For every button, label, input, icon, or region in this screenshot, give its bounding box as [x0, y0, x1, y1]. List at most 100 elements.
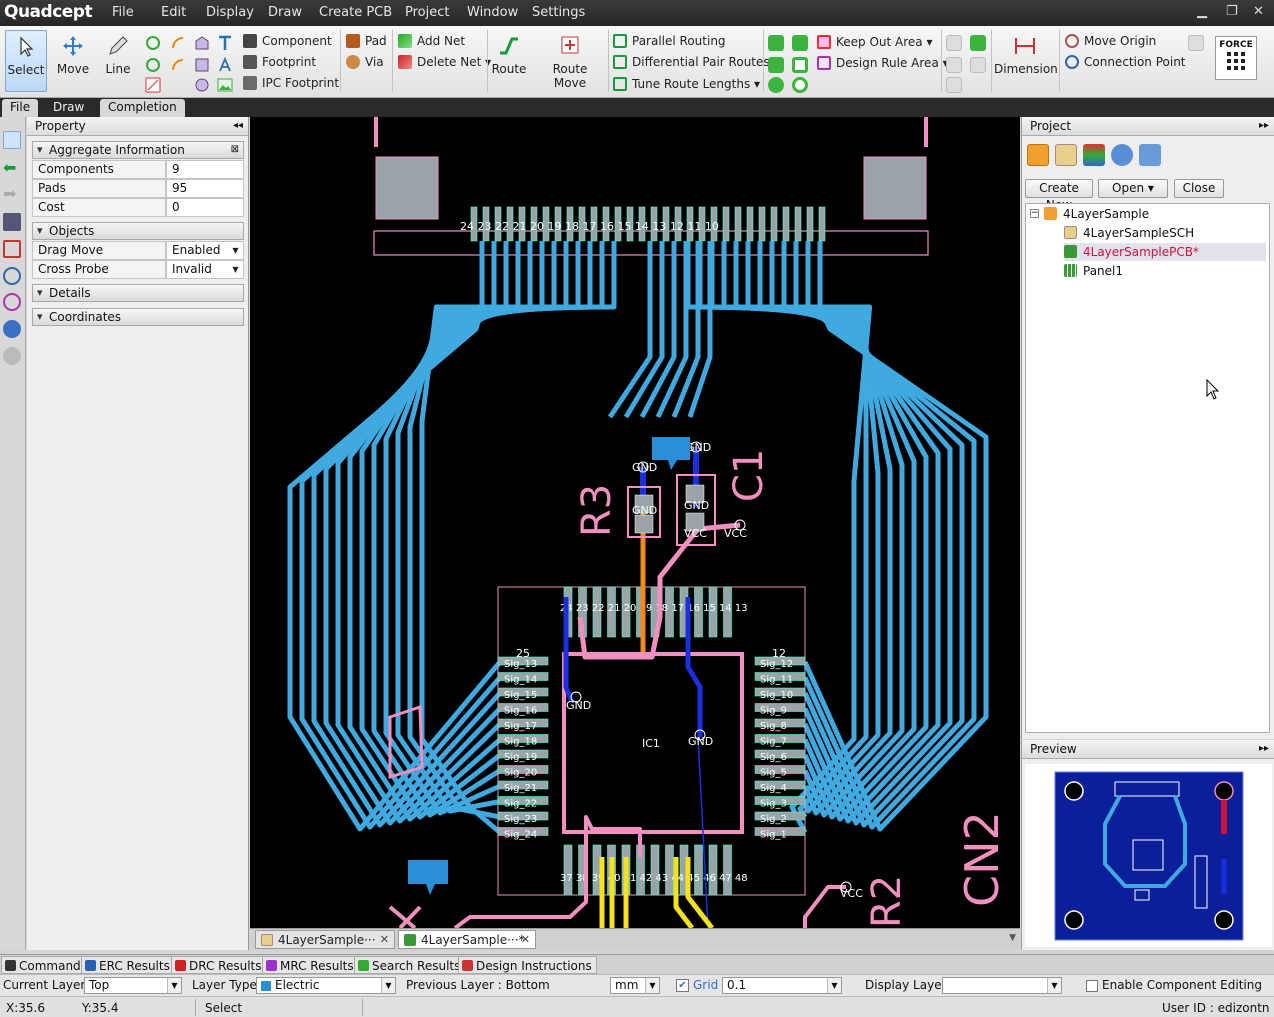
tree-item-sch[interactable]: 4LayerSampleSCH [1064, 224, 1194, 242]
open-button[interactable]: Open ▾ [1098, 179, 1168, 198]
design-rule-area-button[interactable]: Design Rule Area ▾ [817, 53, 949, 73]
image-tool-icon[interactable] [217, 77, 233, 93]
back-arrow-icon[interactable]: ⬅ [3, 159, 21, 177]
tune-route-lengths-button[interactable]: Tune Route Lengths ▾ [613, 74, 760, 94]
tab-completion[interactable]: Completion [100, 99, 185, 117]
save-icon[interactable] [3, 213, 21, 231]
menu-draw[interactable]: Draw [268, 5, 302, 20]
property-value[interactable]: 0 [166, 198, 244, 217]
tab-draw[interactable]: Draw [45, 99, 92, 117]
aggregate-section[interactable]: Aggregate Information ⊠ [32, 141, 244, 159]
collapse-tree-icon[interactable]: − [1030, 209, 1039, 218]
comment-marker-icon[interactable] [408, 860, 448, 895]
rectangle-tool-icon[interactable] [194, 57, 210, 73]
cross-probe-select[interactable]: Invalid ▼ [166, 260, 244, 279]
connection-point-button[interactable]: Connection Point [1065, 52, 1186, 72]
board-preview[interactable] [1025, 764, 1272, 947]
tree-item-panel[interactable]: Panel1 [1064, 262, 1123, 280]
tab-mrc-results[interactable]: MRC Results [262, 956, 359, 974]
tree-item-pcb[interactable]: 4LayerSamplePCB* [1064, 243, 1266, 261]
route-button[interactable]: Route [490, 30, 528, 92]
differential-pair-routes-button[interactable]: Differential Pair Routes [613, 52, 770, 72]
comment-marker-icon[interactable] [652, 437, 690, 470]
via-button[interactable]: Via [346, 52, 384, 72]
pin-icon[interactable]: ⊠ [231, 142, 239, 158]
current-layer-select[interactable]: Top ▼ [84, 977, 182, 994]
polygon-tool-icon[interactable] [194, 35, 210, 51]
property-value[interactable]: 95 [166, 179, 244, 198]
menu-create-pcb[interactable]: Create PCB [319, 5, 392, 20]
menu-display[interactable]: Display [206, 5, 254, 20]
tab-drc-results[interactable]: DRC Results [171, 956, 267, 974]
parallel-routing-button[interactable]: Parallel Routing [613, 31, 726, 51]
doc-tab-sch[interactable]: 4LayerSample··· ✕ [255, 930, 395, 949]
pcb-drawing[interactable]: 24 23 22 21 20 19 18 17 16 15 14 13 12 1… [250, 117, 1020, 928]
enable-component-editing-checkbox[interactable] [1086, 980, 1098, 992]
drag-move-select[interactable]: Enabled ▼ [166, 241, 244, 260]
pad-button[interactable]: Pad [346, 31, 387, 51]
dropdown-arrow-icon[interactable]: ▼ [167, 978, 181, 993]
circle-tool-2-icon[interactable] [145, 57, 161, 73]
property-value[interactable]: 9 [166, 160, 244, 179]
fill-circle-icon[interactable] [768, 77, 784, 93]
menu-project[interactable]: Project [405, 5, 449, 20]
add-net-button[interactable]: Add Net [398, 31, 465, 51]
restore-icon[interactable]: ❐ [1226, 4, 1238, 19]
dropdown-arrow-icon[interactable]: ▼ [645, 978, 659, 993]
move-button[interactable]: Move [53, 30, 93, 92]
close-project-button[interactable]: Close [1174, 179, 1224, 198]
collapse-panel-icon[interactable]: ◂◂ [233, 117, 243, 135]
dropdown-arrow-icon[interactable]: ▼ [229, 262, 242, 277]
delete-net-button[interactable]: Delete Net ▾ [398, 52, 491, 72]
settings-gear-icon[interactable] [3, 320, 21, 338]
attribute-text-icon[interactable] [217, 57, 233, 73]
pointer-tool-icon[interactable] [3, 131, 21, 149]
zoom-in-icon[interactable] [3, 267, 21, 285]
pcb-canvas[interactable]: 24 23 22 21 20 19 18 17 16 15 14 13 12 1… [250, 117, 1020, 928]
grid-checkbox[interactable]: ✔ [676, 979, 689, 992]
select-button[interactable]: Select [5, 30, 47, 92]
zoom-fit-icon[interactable] [3, 240, 21, 258]
create-new-button[interactable]: Create New [1025, 179, 1093, 212]
component-button[interactable]: Component [243, 31, 332, 51]
tab-erc-results[interactable]: ERC Results [81, 956, 175, 974]
settings-gear-2-icon[interactable] [3, 347, 21, 365]
fill-shape-2-icon[interactable] [792, 35, 808, 51]
coordinates-section[interactable]: Coordinates [32, 308, 244, 326]
route-move-button[interactable]: Route Move [535, 30, 605, 92]
network-view-icon[interactable] [1139, 144, 1161, 166]
tab-overflow-icon[interactable]: ▼ [1009, 933, 1016, 943]
grid-value-select[interactable]: 0.1 ▼ [722, 977, 842, 994]
move-origin-button[interactable]: Move Origin [1065, 31, 1156, 51]
menu-file[interactable]: File [112, 5, 134, 20]
minimize-icon[interactable]: ▁ [1197, 4, 1207, 19]
menu-settings[interactable]: Settings [532, 5, 585, 20]
green-tool-icon[interactable] [970, 35, 986, 51]
project-view-icon[interactable] [1027, 144, 1049, 166]
close-icon[interactable]: ✕ [1253, 4, 1264, 19]
tree-item-project[interactable]: 4LayerSample [1044, 205, 1149, 223]
arc-tool-icon[interactable] [170, 35, 186, 51]
layer-type-select[interactable]: Electric ▼ [256, 977, 396, 994]
force-button[interactable]: FORCE [1215, 36, 1257, 80]
cutout-circle-icon[interactable] [792, 77, 808, 93]
fill-shape-icon[interactable] [768, 35, 784, 51]
layer-view-icon[interactable] [1083, 144, 1105, 166]
unit-select[interactable]: mm ▼ [610, 977, 660, 994]
dimension-button[interactable]: Dimension [994, 30, 1058, 92]
menu-window[interactable]: Window [467, 5, 518, 20]
text-tool-icon[interactable] [217, 35, 233, 51]
edit-shape-icon[interactable] [145, 77, 161, 93]
arc-tool-2-icon[interactable] [170, 57, 186, 73]
tab-file[interactable]: File [2, 99, 39, 117]
menu-edit[interactable]: Edit [161, 5, 186, 20]
dropdown-arrow-icon[interactable]: ▼ [827, 978, 841, 993]
dropdown-arrow-icon[interactable]: ▼ [229, 243, 242, 258]
sheet-view-icon[interactable] [1055, 144, 1077, 166]
footprint-button[interactable]: Footprint [243, 52, 316, 72]
objects-section[interactable]: Objects [32, 222, 244, 240]
keep-out-area-button[interactable]: Keep Out Area ▾ [817, 32, 933, 52]
close-tab-icon[interactable]: ✕ [380, 931, 389, 949]
tab-design-instructions[interactable]: Design Instructions [458, 956, 597, 974]
close-tab-icon[interactable]: ✕ [521, 931, 530, 949]
